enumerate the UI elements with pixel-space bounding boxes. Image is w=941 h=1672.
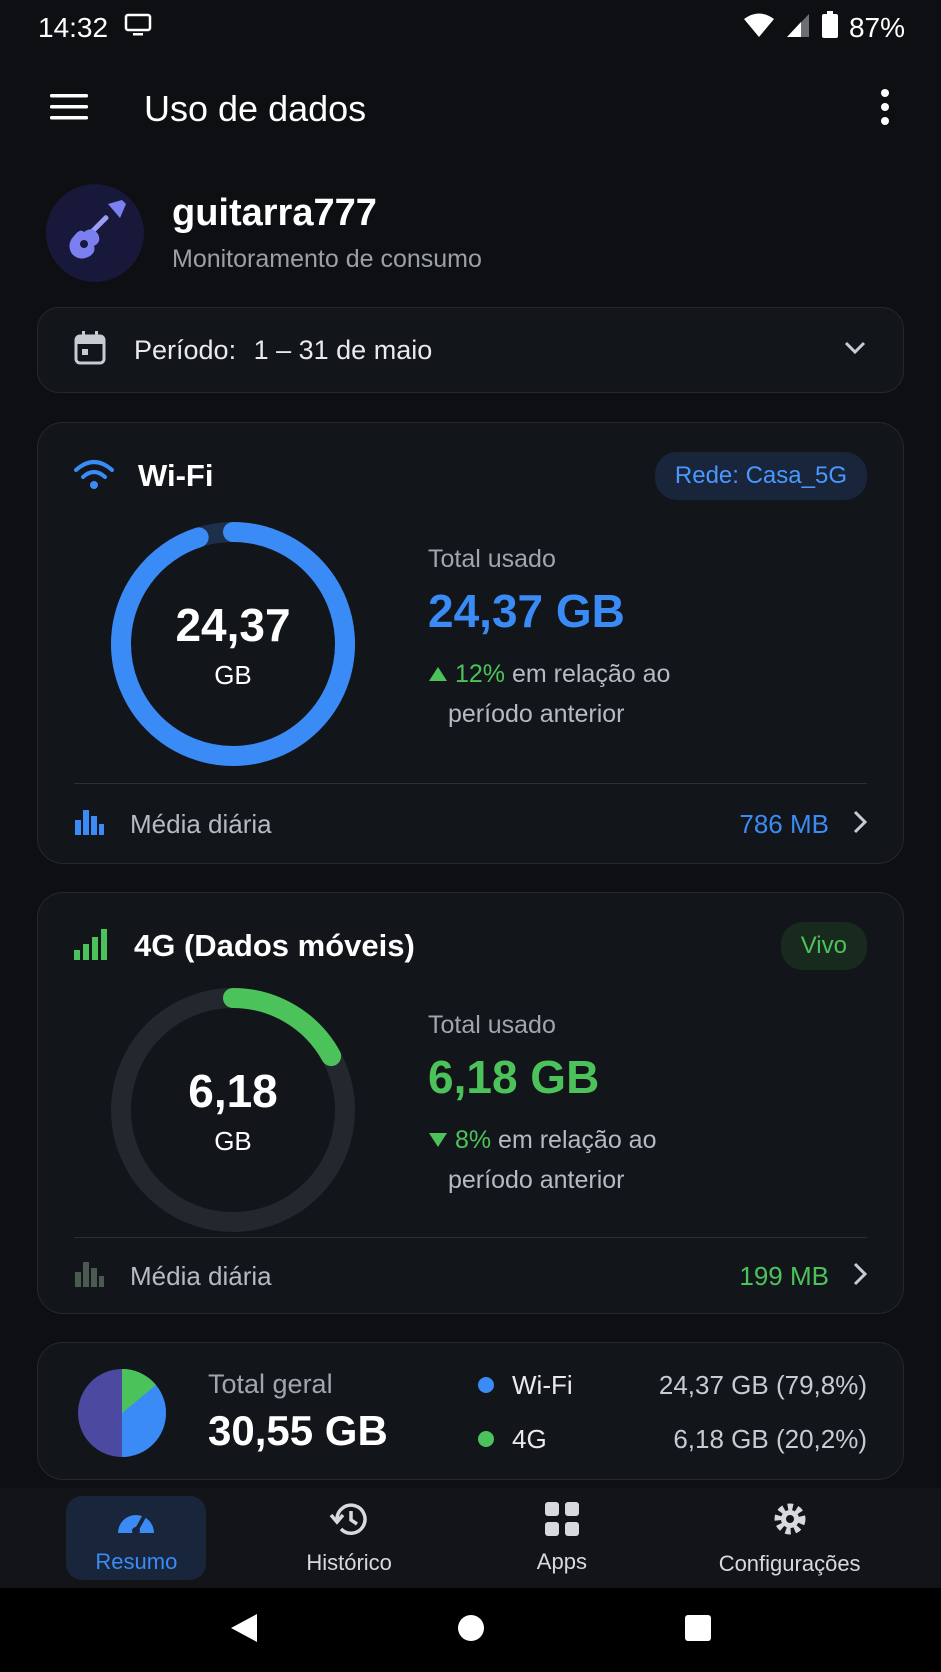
legend-name: 4G [512, 1423, 547, 1454]
guitar-icon [60, 196, 130, 271]
legend-row-wifi: Wi-Fi 24,37 GB (79,8%) [478, 1365, 867, 1405]
mobile-change: 8% em relação ao período anterior [428, 1120, 656, 1200]
wifi-donut-chart: 24,37 GB [108, 519, 358, 769]
chevron-right-icon [853, 1262, 868, 1291]
mobile-title: 4G (Dados móveis) [134, 928, 415, 963]
recents-icon[interactable] [684, 1614, 712, 1647]
wifi-daily-average-row[interactable]: Média diária 786 MB [74, 799, 868, 849]
apps-grid-icon [544, 1501, 580, 1543]
profile-subtitle: Monitoramento de consumo [172, 245, 482, 273]
nav-label: Histórico [306, 1550, 392, 1575]
mobile-donut-chart: 6,18 GB [108, 985, 358, 1235]
mobile-avg-label: Média diária [130, 1260, 272, 1291]
speedometer-icon [115, 1501, 157, 1543]
battery-percent: 87% [848, 12, 905, 43]
wifi-change-pct: 12% [454, 660, 505, 688]
chevron-down-icon [843, 340, 867, 361]
cellular-signal-icon [74, 928, 110, 965]
trend-down-icon [428, 1126, 455, 1154]
mobile-change-pct: 8% [454, 1126, 492, 1154]
legend-value: 6,18 GB (20,2%) [673, 1423, 867, 1454]
status-time: 14:32 [38, 12, 109, 43]
history-icon [329, 1500, 369, 1544]
username: guitarra777 [172, 192, 377, 234]
nav-label: Configurações [718, 1551, 861, 1576]
legend-dot-wifi [478, 1377, 494, 1393]
mobile-donut-value: 6,18 [188, 1064, 278, 1117]
divider [74, 783, 867, 784]
carrier-badge: Vivo [780, 922, 867, 970]
wifi-icon [74, 458, 114, 495]
mobile-avg-value: 199 MB [739, 1260, 829, 1291]
more-vert-icon[interactable] [879, 88, 891, 130]
status-bar: 14:32 87% [0, 0, 941, 56]
total-pie-chart [76, 1367, 168, 1464]
period-value: 1 – 31 de maio [253, 334, 433, 365]
total-label: Total geral [208, 1369, 333, 1399]
calendar-icon [74, 330, 106, 370]
wifi-donut-unit: GB [214, 659, 252, 690]
divider [74, 1237, 867, 1238]
nav-label: Resumo [95, 1549, 178, 1574]
wifi-change: 12% em relação ao período anterior [428, 654, 670, 734]
wifi-change-text: em relação ao [511, 660, 671, 688]
nav-configuracoes[interactable]: Configurações [705, 1496, 875, 1580]
mobile-data-card: 4G (Dados móveis) Vivo 6,18 GB Total usa… [37, 892, 904, 1314]
wifi-avg-value: 786 MB [739, 808, 829, 839]
wifi-total-label: Total usado [428, 545, 556, 573]
legend-dot-4g [478, 1431, 494, 1447]
trend-up-icon [428, 660, 455, 688]
period-label: Período: [134, 334, 237, 365]
system-navigation-bar [0, 1588, 941, 1672]
total-value: 30,55 GB [208, 1407, 388, 1454]
back-icon[interactable] [229, 1612, 259, 1649]
battery-icon [821, 10, 839, 46]
mobile-total-value: 6,18 GB [428, 1051, 600, 1103]
legend-row-4g: 4G 6,18 GB (20,2%) [478, 1419, 867, 1459]
wifi-total-value: 24,37 GB [428, 585, 625, 637]
wifi-donut-value: 24,37 [175, 598, 291, 651]
home-icon[interactable] [456, 1613, 486, 1648]
gear-icon [770, 1499, 810, 1545]
network-badge: Rede: Casa_5G [654, 452, 867, 500]
mobile-daily-average-row[interactable]: Média diária 199 MB [74, 1251, 868, 1301]
screen-cast-icon [124, 12, 152, 45]
legend-value: 24,37 GB (79,8%) [658, 1369, 867, 1400]
wifi-title: Wi-Fi [138, 458, 214, 493]
wifi-avg-label: Média diária [130, 808, 272, 839]
wifi-icon [743, 12, 775, 45]
app-bar: Uso de dados [0, 66, 941, 152]
mobile-donut-unit: GB [214, 1125, 252, 1156]
nav-apps[interactable]: Apps [492, 1496, 632, 1580]
hamburger-menu-icon[interactable] [50, 92, 90, 127]
bottom-navigation: Resumo Histórico Apps Configurações [0, 1488, 941, 1588]
bar-chart-icon [74, 1260, 104, 1293]
nav-label: Apps [536, 1549, 587, 1574]
profile-header: guitarra777 Monitoramento de consumo [46, 184, 482, 282]
wifi-card: Wi-Fi Rede: Casa_5G 24,37 GB Total usado… [37, 422, 904, 864]
mobile-total-label: Total usado [428, 1011, 556, 1039]
legend-name: Wi-Fi [512, 1369, 573, 1400]
bar-chart-icon [74, 808, 104, 841]
total-summary-card: Total geral 30,55 GB Wi-Fi 24,37 GB (79,… [37, 1342, 904, 1480]
nav-resumo[interactable]: Resumo [66, 1496, 207, 1580]
signal-icon [785, 12, 811, 45]
wifi-change-text2: período anterior [448, 700, 625, 728]
page-title: Uso de dados [144, 88, 367, 129]
chevron-right-icon [853, 810, 868, 839]
period-selector[interactable]: Período: 1 – 31 de maio [37, 307, 904, 393]
avatar[interactable] [46, 184, 144, 282]
mobile-change-text2: período anterior [448, 1166, 625, 1194]
nav-historico[interactable]: Histórico [279, 1496, 419, 1580]
mobile-change-text: em relação ao [498, 1126, 657, 1154]
